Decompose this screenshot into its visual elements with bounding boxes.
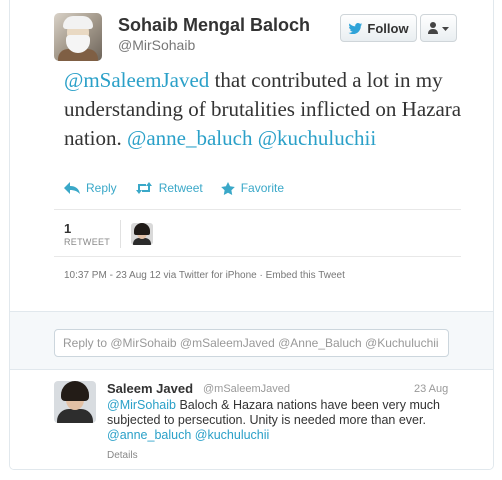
reply-author-handle[interactable]: @mSaleemJaved — [203, 383, 290, 395]
reply-label: Reply — [86, 181, 117, 195]
tweet-text: @mSaleemJaved that contributed a lot in … — [64, 66, 484, 153]
retweet-button[interactable]: Retweet — [135, 181, 203, 195]
twitter-bird-icon — [348, 22, 363, 34]
details-link[interactable]: Details — [107, 450, 138, 461]
stats-divider — [120, 220, 121, 248]
author-handle[interactable]: @MirSohaib — [118, 37, 195, 53]
mention-link[interactable]: @kuchuluchii — [258, 126, 376, 150]
retweet-count[interactable]: 1 — [64, 221, 71, 236]
user-dropdown-icon — [427, 22, 449, 34]
mention-link[interactable]: @mSaleemJaved — [64, 68, 209, 92]
tweet-actions: Reply Retweet Favorite — [64, 181, 302, 195]
follow-label: Follow — [367, 20, 409, 36]
favorite-label: Favorite — [240, 181, 285, 195]
avatar-hair — [63, 16, 93, 29]
follow-button[interactable]: Follow — [340, 14, 417, 42]
mention-link[interactable]: @anne_baluch — [127, 126, 252, 150]
reply-avatar-hair — [61, 381, 89, 401]
reply-author-name[interactable]: Saleem Javed — [107, 381, 193, 396]
mini-avatar-hair — [134, 223, 150, 235]
retweeter-avatar[interactable] — [131, 223, 153, 245]
reply-input[interactable]: Reply to @MirSohaib @mSaleemJaved @Anne_… — [54, 329, 449, 357]
star-icon — [220, 181, 235, 195]
reply-date[interactable]: 23 Aug — [414, 383, 448, 395]
reply-avatar-body — [57, 409, 93, 423]
reply-arrow-icon — [64, 182, 80, 194]
reply-tweet[interactable]: Saleem Javed @mSaleemJaved 23 Aug @MirSo… — [10, 369, 493, 469]
author-name[interactable]: Sohaib Mengal Baloch — [118, 15, 310, 36]
retweet-icon — [135, 182, 152, 194]
author-avatar[interactable] — [54, 13, 102, 61]
mention-link[interactable]: @anne_baluch — [107, 428, 191, 442]
tweet-meta[interactable]: 10:37 PM - 23 Aug 12 via Twitter for iPh… — [64, 270, 345, 281]
mini-avatar-body — [133, 238, 151, 245]
reply-avatar[interactable] — [54, 381, 96, 423]
divider — [54, 209, 461, 210]
user-actions-button[interactable] — [420, 14, 457, 42]
reply-text: @MirSohaib Baloch & Hazara nations have … — [107, 398, 467, 443]
retweet-label: Retweet — [158, 181, 203, 195]
reply-button[interactable]: Reply — [64, 181, 117, 195]
mention-link[interactable]: @MirSohaib — [107, 398, 176, 412]
divider — [54, 256, 461, 257]
mention-link[interactable]: @kuchuluchii — [195, 428, 270, 442]
reply-area: Reply to @MirSohaib @mSaleemJaved @Anne_… — [10, 311, 493, 369]
favorite-button[interactable]: Favorite — [220, 181, 285, 195]
tweet-card: Sohaib Mengal Baloch @MirSohaib Follow @… — [9, 0, 494, 470]
retweet-count-label: RETWEET — [64, 237, 111, 247]
